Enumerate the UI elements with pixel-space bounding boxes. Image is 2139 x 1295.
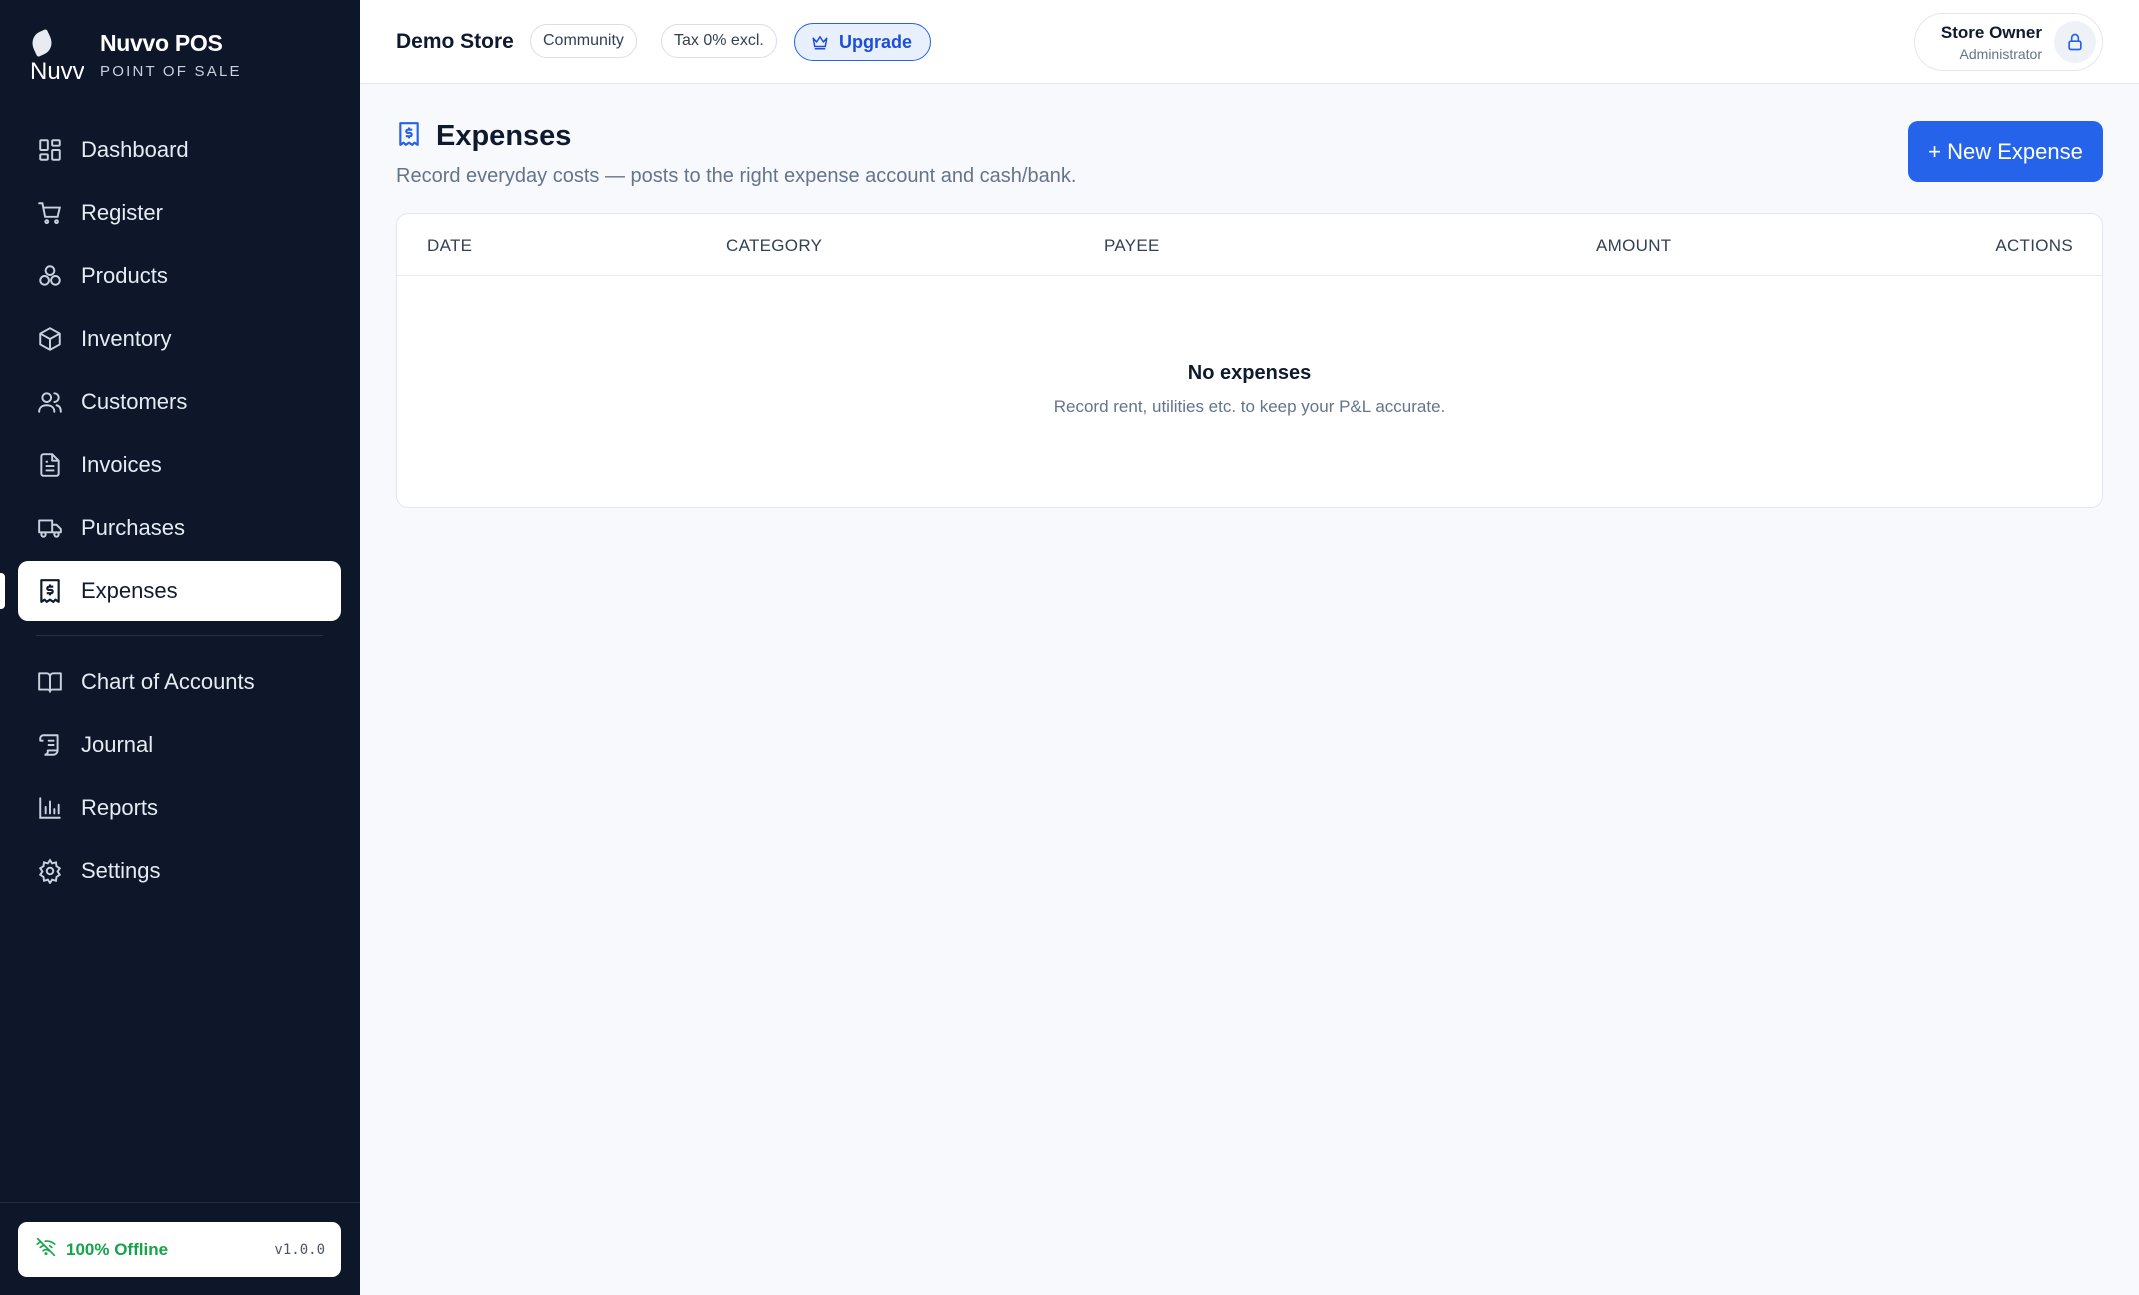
- sidebar-item-label: Customers: [81, 389, 188, 414]
- table-header: DATE CATEGORY PAYEE AMOUNT ACTIONS: [397, 214, 2102, 276]
- sidebar-item-label: Invoices: [81, 452, 162, 477]
- active-indicator: [0, 573, 5, 609]
- app-subtitle: POINT OF SALE: [100, 63, 242, 80]
- sidebar-item-invoices[interactable]: Invoices: [18, 435, 341, 495]
- sidebar-item-journal[interactable]: Journal: [18, 715, 341, 775]
- sidebar-item-chart-of-accounts[interactable]: Chart of Accounts: [18, 652, 341, 712]
- sidebar-item-purchases[interactable]: Purchases: [18, 498, 341, 558]
- crown-icon: [812, 36, 828, 50]
- column-header-date[interactable]: DATE: [427, 236, 472, 256]
- gear-icon: [36, 857, 64, 885]
- book-icon: [36, 668, 64, 696]
- column-header-payee[interactable]: PAYEE: [1104, 236, 1160, 256]
- brand[interactable]: Nuvv Nuvvo POS POINT OF SALE: [30, 28, 242, 82]
- column-header-amount[interactable]: AMOUNT: [1596, 236, 1671, 256]
- sidebar-item-reports[interactable]: Reports: [18, 778, 341, 838]
- lock-button[interactable]: [2054, 21, 2096, 63]
- version-label: v1.0.0: [274, 1241, 325, 1258]
- sidebar: Nuvv Nuvvo POS POINT OF SALE Dashboard R…: [0, 0, 360, 1295]
- sidebar-item-label: Settings: [81, 858, 161, 883]
- users-icon: [36, 388, 64, 416]
- box-icon: [36, 325, 64, 353]
- upgrade-label: Upgrade: [839, 31, 913, 52]
- sidebar-footer-divider: [0, 1202, 360, 1203]
- user-menu[interactable]: Store Owner Administrator: [1914, 13, 2103, 71]
- wifi-off-icon: [36, 1237, 56, 1262]
- products-icon: [36, 262, 64, 290]
- document-icon: [36, 451, 64, 479]
- store-name: Demo Store: [396, 30, 514, 53]
- scroll-icon: [36, 731, 64, 759]
- upgrade-button[interactable]: Upgrade: [794, 23, 932, 61]
- page-subtitle: Record everyday costs — posts to the rig…: [396, 165, 1077, 187]
- sidebar-item-label: Purchases: [81, 515, 185, 540]
- sidebar-item-label: Inventory: [81, 326, 172, 351]
- sidebar-item-inventory[interactable]: Inventory: [18, 309, 341, 369]
- bar-chart-icon: [36, 794, 64, 822]
- empty-state: No expenses Record rent, utilities etc. …: [397, 362, 2102, 417]
- sidebar-item-label: Reports: [81, 795, 159, 820]
- sidebar-item-label: Dashboard: [81, 137, 189, 162]
- sidebar-item-label: Register: [81, 200, 163, 225]
- topbar: Demo Store Community Tax 0% excl. Upgrad…: [360, 0, 2139, 84]
- offline-status: 100% Offline v1.0.0: [18, 1222, 341, 1277]
- nav-divider: [36, 635, 323, 636]
- truck-icon: [36, 514, 64, 542]
- sidebar-item-label: Products: [81, 263, 168, 288]
- sidebar-item-label: Chart of Accounts: [81, 669, 255, 694]
- sidebar-item-customers[interactable]: Customers: [18, 372, 341, 432]
- receipt-dollar-icon: [36, 577, 64, 605]
- column-header-category[interactable]: CATEGORY: [726, 236, 822, 256]
- plan-badge: Community: [530, 24, 637, 58]
- cart-icon: [36, 199, 64, 227]
- user-role: Administrator: [1959, 45, 2042, 62]
- sidebar-item-settings[interactable]: Settings: [18, 841, 341, 901]
- new-expense-button[interactable]: + New Expense: [1908, 121, 2103, 182]
- sidebar-item-products[interactable]: Products: [18, 246, 341, 306]
- logo-text: Nuvv: [30, 58, 84, 82]
- tax-badge: Tax 0% excl.: [661, 24, 777, 58]
- lock-icon: [2068, 33, 2082, 51]
- user-name: Store Owner: [1940, 22, 2042, 42]
- column-header-actions: ACTIONS: [1995, 236, 2073, 255]
- sidebar-item-dashboard[interactable]: Dashboard: [18, 120, 341, 180]
- logo: Nuvv: [30, 28, 84, 82]
- offline-label: 100% Offline: [66, 1239, 169, 1259]
- sidebar-item-expenses[interactable]: Expenses: [0, 561, 341, 621]
- page-header: Expenses Record everyday costs — posts t…: [396, 120, 1076, 188]
- empty-state-title: No expenses: [1187, 362, 1312, 384]
- sidebar-item-register[interactable]: Register: [18, 183, 341, 243]
- sidebar-nav: Dashboard Register Products Inventory Cu…: [0, 120, 341, 904]
- expenses-table: DATE CATEGORY PAYEE AMOUNT ACTIONS No ex…: [396, 213, 2103, 508]
- app-name: Nuvvo POS: [100, 30, 223, 56]
- empty-state-subtitle: Record rent, utilities etc. to keep your…: [1053, 397, 1446, 416]
- receipt-dollar-icon: [396, 120, 422, 153]
- page-title: Expenses: [436, 120, 572, 152]
- sidebar-item-label: Expenses: [81, 578, 178, 603]
- dashboard-icon: [36, 136, 64, 164]
- sidebar-item-label: Journal: [81, 732, 154, 757]
